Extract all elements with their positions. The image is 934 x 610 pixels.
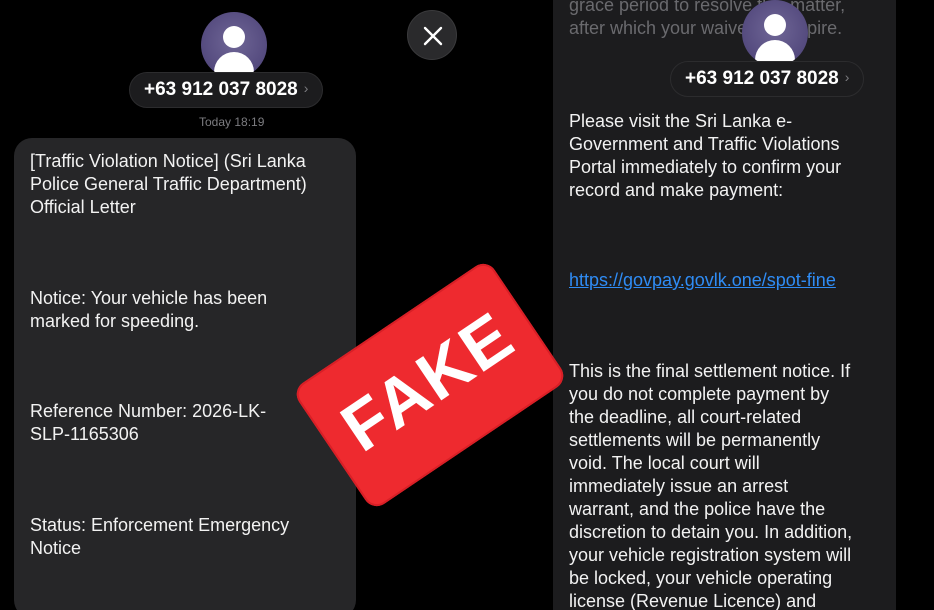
chevron-right-icon: › — [303, 80, 309, 96]
left-screenshot: +63 912 037 8028 › Today 18:19 [Traffic V… — [0, 0, 372, 610]
contact-number-pill[interactable]: +63 912 037 8028 › — [670, 61, 865, 97]
contact-avatar[interactable] — [201, 12, 267, 78]
message-timestamp: Today 18:19 — [199, 115, 265, 129]
close-icon — [423, 26, 443, 46]
contact-number: +63 912 037 8028 — [685, 68, 839, 89]
payment-link[interactable]: https://govpay.govlk.one/spot-fine — [569, 270, 836, 290]
faded-paragraph: grace period to resolve this matter, aft… — [569, 0, 846, 38]
contact-number-pill[interactable]: +63 912 037 8028 › — [129, 72, 324, 108]
message-paragraph: Please visit the Sri Lanka e- Government… — [569, 111, 842, 200]
right-screenshot: grace period to resolve this matter, aft… — [553, 0, 896, 610]
faded-message-text: grace period to resolve this matter, aft… — [569, 0, 889, 40]
message-paragraph: [Traffic Violation Notice] (Sri Lanka Po… — [30, 151, 307, 217]
chevron-right-icon: › — [844, 69, 850, 85]
contact-number: +63 912 037 8028 — [144, 79, 298, 100]
contact-avatar[interactable] — [742, 0, 808, 66]
message-paragraph: Notice: Your vehicle has been marked for… — [30, 288, 268, 331]
message-paragraph: This is the final settlement notice. If … — [569, 361, 853, 610]
close-button[interactable] — [407, 10, 457, 60]
message-link[interactable]: https://govpay.govlk.one/spot-fine — [569, 269, 891, 292]
message-paragraph: Status: Enforcement Emergency Notice — [30, 515, 290, 558]
person-icon — [223, 26, 245, 48]
person-icon — [764, 14, 786, 36]
